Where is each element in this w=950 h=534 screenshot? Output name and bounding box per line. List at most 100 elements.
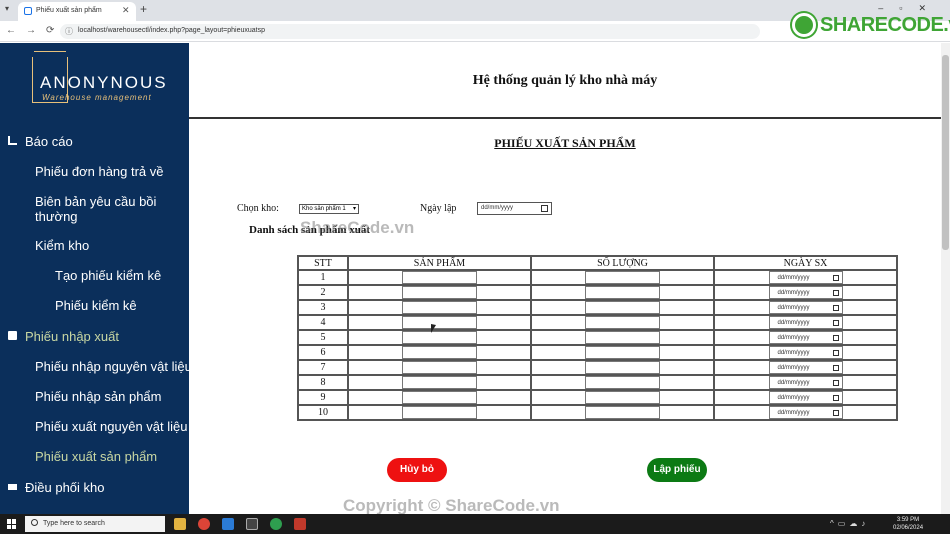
quantity-input[interactable] xyxy=(585,316,660,329)
search-icon xyxy=(31,519,38,526)
page-scrollbar[interactable] xyxy=(941,43,950,514)
sidebar-item-tao-phieu-kiem-ke[interactable]: Tạo phiếu kiểm kê xyxy=(0,268,189,283)
header-quantity: SỐ LƯỢNG xyxy=(530,255,715,271)
calendar-icon[interactable] xyxy=(832,410,839,416)
product-input[interactable] xyxy=(402,316,477,329)
product-input[interactable] xyxy=(402,286,477,299)
sidebar-item-label: Phiếu đơn hàng trả về xyxy=(35,164,164,179)
calendar-icon[interactable] xyxy=(832,350,839,356)
mfg-date-input[interactable]: dd/mm/yyyy xyxy=(768,271,843,284)
table-row: 2 dd/mm/yyyy xyxy=(297,284,898,301)
product-input[interactable] xyxy=(402,391,477,404)
mfg-date-input[interactable]: dd/mm/yyyy xyxy=(768,391,843,404)
calendar-icon[interactable] xyxy=(832,320,839,326)
calendar-icon[interactable] xyxy=(541,205,548,212)
product-input[interactable] xyxy=(402,271,477,284)
brand-logo[interactable]: ANONYNOUS Warehouse management xyxy=(32,51,166,107)
sidebar-item-bao-cao[interactable]: Báo cáo xyxy=(0,134,189,149)
url-field[interactable]: ⓘ localhost/warehousectl/index.php?page_… xyxy=(60,24,760,39)
table-row: 6 dd/mm/yyyy xyxy=(297,344,898,361)
quantity-input[interactable] xyxy=(585,376,660,389)
quantity-input[interactable] xyxy=(585,286,660,299)
calendar-icon[interactable] xyxy=(832,395,839,401)
taskbar: Type here to search ^▭☁♪ 3:59 PM 02/06/2… xyxy=(0,514,950,534)
calendar-icon[interactable] xyxy=(832,290,839,296)
sidebar-item-phieu-don-hang-tra-ve[interactable]: Phiếu đơn hàng trả về xyxy=(0,164,189,179)
header-stt: STT xyxy=(297,255,349,271)
mfg-date-placeholder: dd/mm/yyyy xyxy=(777,380,810,386)
taskbar-search[interactable]: Type here to search xyxy=(25,516,165,532)
row-number: 5 xyxy=(297,329,349,346)
product-input[interactable] xyxy=(402,331,477,344)
create-slip-button[interactable]: Lập phiếu xyxy=(647,458,707,482)
mfg-date-cell: dd/mm/yyyy xyxy=(713,314,898,331)
chrome-icon[interactable] xyxy=(198,518,210,530)
quantity-input[interactable] xyxy=(585,346,660,359)
product-input[interactable] xyxy=(402,301,477,314)
tab-search-icon[interactable]: ▾ xyxy=(5,4,9,13)
quantity-input[interactable] xyxy=(585,301,660,314)
recorder-icon[interactable] xyxy=(294,518,306,530)
scrollbar-thumb[interactable] xyxy=(942,55,949,250)
product-cell xyxy=(347,404,532,421)
sidebar-item-phieu-nhap-sp[interactable]: Phiếu nhập sản phẩm xyxy=(0,389,189,404)
sidebar-item-phieu-kiem-ke[interactable]: Phiếu kiểm kê xyxy=(0,298,189,313)
date-input[interactable]: dd/mm/yyyy xyxy=(477,202,552,215)
windows-start-icon[interactable] xyxy=(7,519,17,529)
file-explorer-icon[interactable] xyxy=(174,518,186,530)
row-number: 6 xyxy=(297,344,349,361)
sidebar-item-bien-ban-boi-thuong[interactable]: Biên bản yêu cầu bồi thường xyxy=(0,194,160,224)
mfg-date-input[interactable]: dd/mm/yyyy xyxy=(768,376,843,389)
calendar-icon[interactable] xyxy=(832,305,839,311)
mfg-date-input[interactable]: dd/mm/yyyy xyxy=(768,346,843,359)
quantity-input[interactable] xyxy=(585,361,660,374)
vscode-icon[interactable] xyxy=(222,518,234,530)
gear-logo-icon xyxy=(792,13,816,37)
form-title: PHIẾU XUẤT SẢN PHẨM xyxy=(494,136,636,150)
page-header: Hệ thống quản lý kho nhà máy xyxy=(189,43,941,119)
mfg-date-input[interactable]: dd/mm/yyyy xyxy=(768,286,843,299)
quantity-input[interactable] xyxy=(585,406,660,419)
calendar-icon[interactable] xyxy=(832,380,839,386)
sidebar-item-phieu-xuat-sp[interactable]: Phiếu xuất sản phẩm xyxy=(0,449,189,464)
mfg-date-placeholder: dd/mm/yyyy xyxy=(777,290,810,296)
product-input[interactable] xyxy=(402,376,477,389)
calendar-icon[interactable] xyxy=(832,365,839,371)
mfg-date-cell: dd/mm/yyyy xyxy=(713,299,898,316)
mfg-date-input[interactable]: dd/mm/yyyy xyxy=(768,406,843,419)
cancel-button[interactable]: Hủy bỏ xyxy=(387,458,447,482)
sidebar-item-label: Phiếu kiểm kê xyxy=(55,298,137,313)
sidebar-item-phieu-nhap-nvl[interactable]: Phiếu nhập nguyên vật liệu xyxy=(0,359,189,374)
sidebar-item-label: Phiếu nhập xuất xyxy=(25,329,119,344)
calendar-icon[interactable] xyxy=(832,335,839,341)
quantity-input[interactable] xyxy=(585,271,660,284)
system-title: Hệ thống quản lý kho nhà máy xyxy=(472,73,658,88)
taskbar-clock[interactable]: 3:59 PM 02/06/2024 xyxy=(893,516,923,532)
new-tab-icon[interactable]: + xyxy=(140,2,147,16)
mfg-date-input[interactable]: dd/mm/yyyy xyxy=(768,301,843,314)
quantity-cell xyxy=(530,299,715,316)
mfg-date-input[interactable]: dd/mm/yyyy xyxy=(768,316,843,329)
calendar-icon[interactable] xyxy=(832,275,839,281)
browser-tab[interactable]: Phiếu xuất sản phẩm ✕ xyxy=(18,2,136,21)
mfg-date-input[interactable]: dd/mm/yyyy xyxy=(768,361,843,374)
quantity-input[interactable] xyxy=(585,331,660,344)
table-row: 3 dd/mm/yyyy xyxy=(297,299,898,316)
quantity-input[interactable] xyxy=(585,391,660,404)
sidebar-item-phieu-xuat-nvl[interactable]: Phiếu xuất nguyên vật liệu xyxy=(0,419,189,434)
product-input[interactable] xyxy=(402,346,477,359)
terminal-icon[interactable] xyxy=(246,518,258,530)
sidebar-item-kiem-kho[interactable]: Kiểm kho xyxy=(0,238,189,253)
mfg-date-input[interactable]: dd/mm/yyyy xyxy=(768,331,843,344)
product-cell xyxy=(347,314,532,331)
close-tab-icon[interactable]: ✕ xyxy=(122,5,130,16)
sidebar-item-dieu-phoi-kho[interactable]: Điều phối kho xyxy=(0,480,189,495)
product-input[interactable] xyxy=(402,406,477,419)
product-input[interactable] xyxy=(402,361,477,374)
warehouse-select[interactable]: Kho sản phẩm 1 ▾ xyxy=(299,204,359,214)
table-row: 7 dd/mm/yyyy xyxy=(297,359,898,376)
app-icon[interactable] xyxy=(270,518,282,530)
sidebar-item-phieu-nhap-xuat[interactable]: Phiếu nhập xuất xyxy=(0,329,189,344)
nav-buttons[interactable]: ←→⟳ xyxy=(6,25,64,36)
system-tray[interactable]: ^▭☁♪ xyxy=(830,519,869,528)
